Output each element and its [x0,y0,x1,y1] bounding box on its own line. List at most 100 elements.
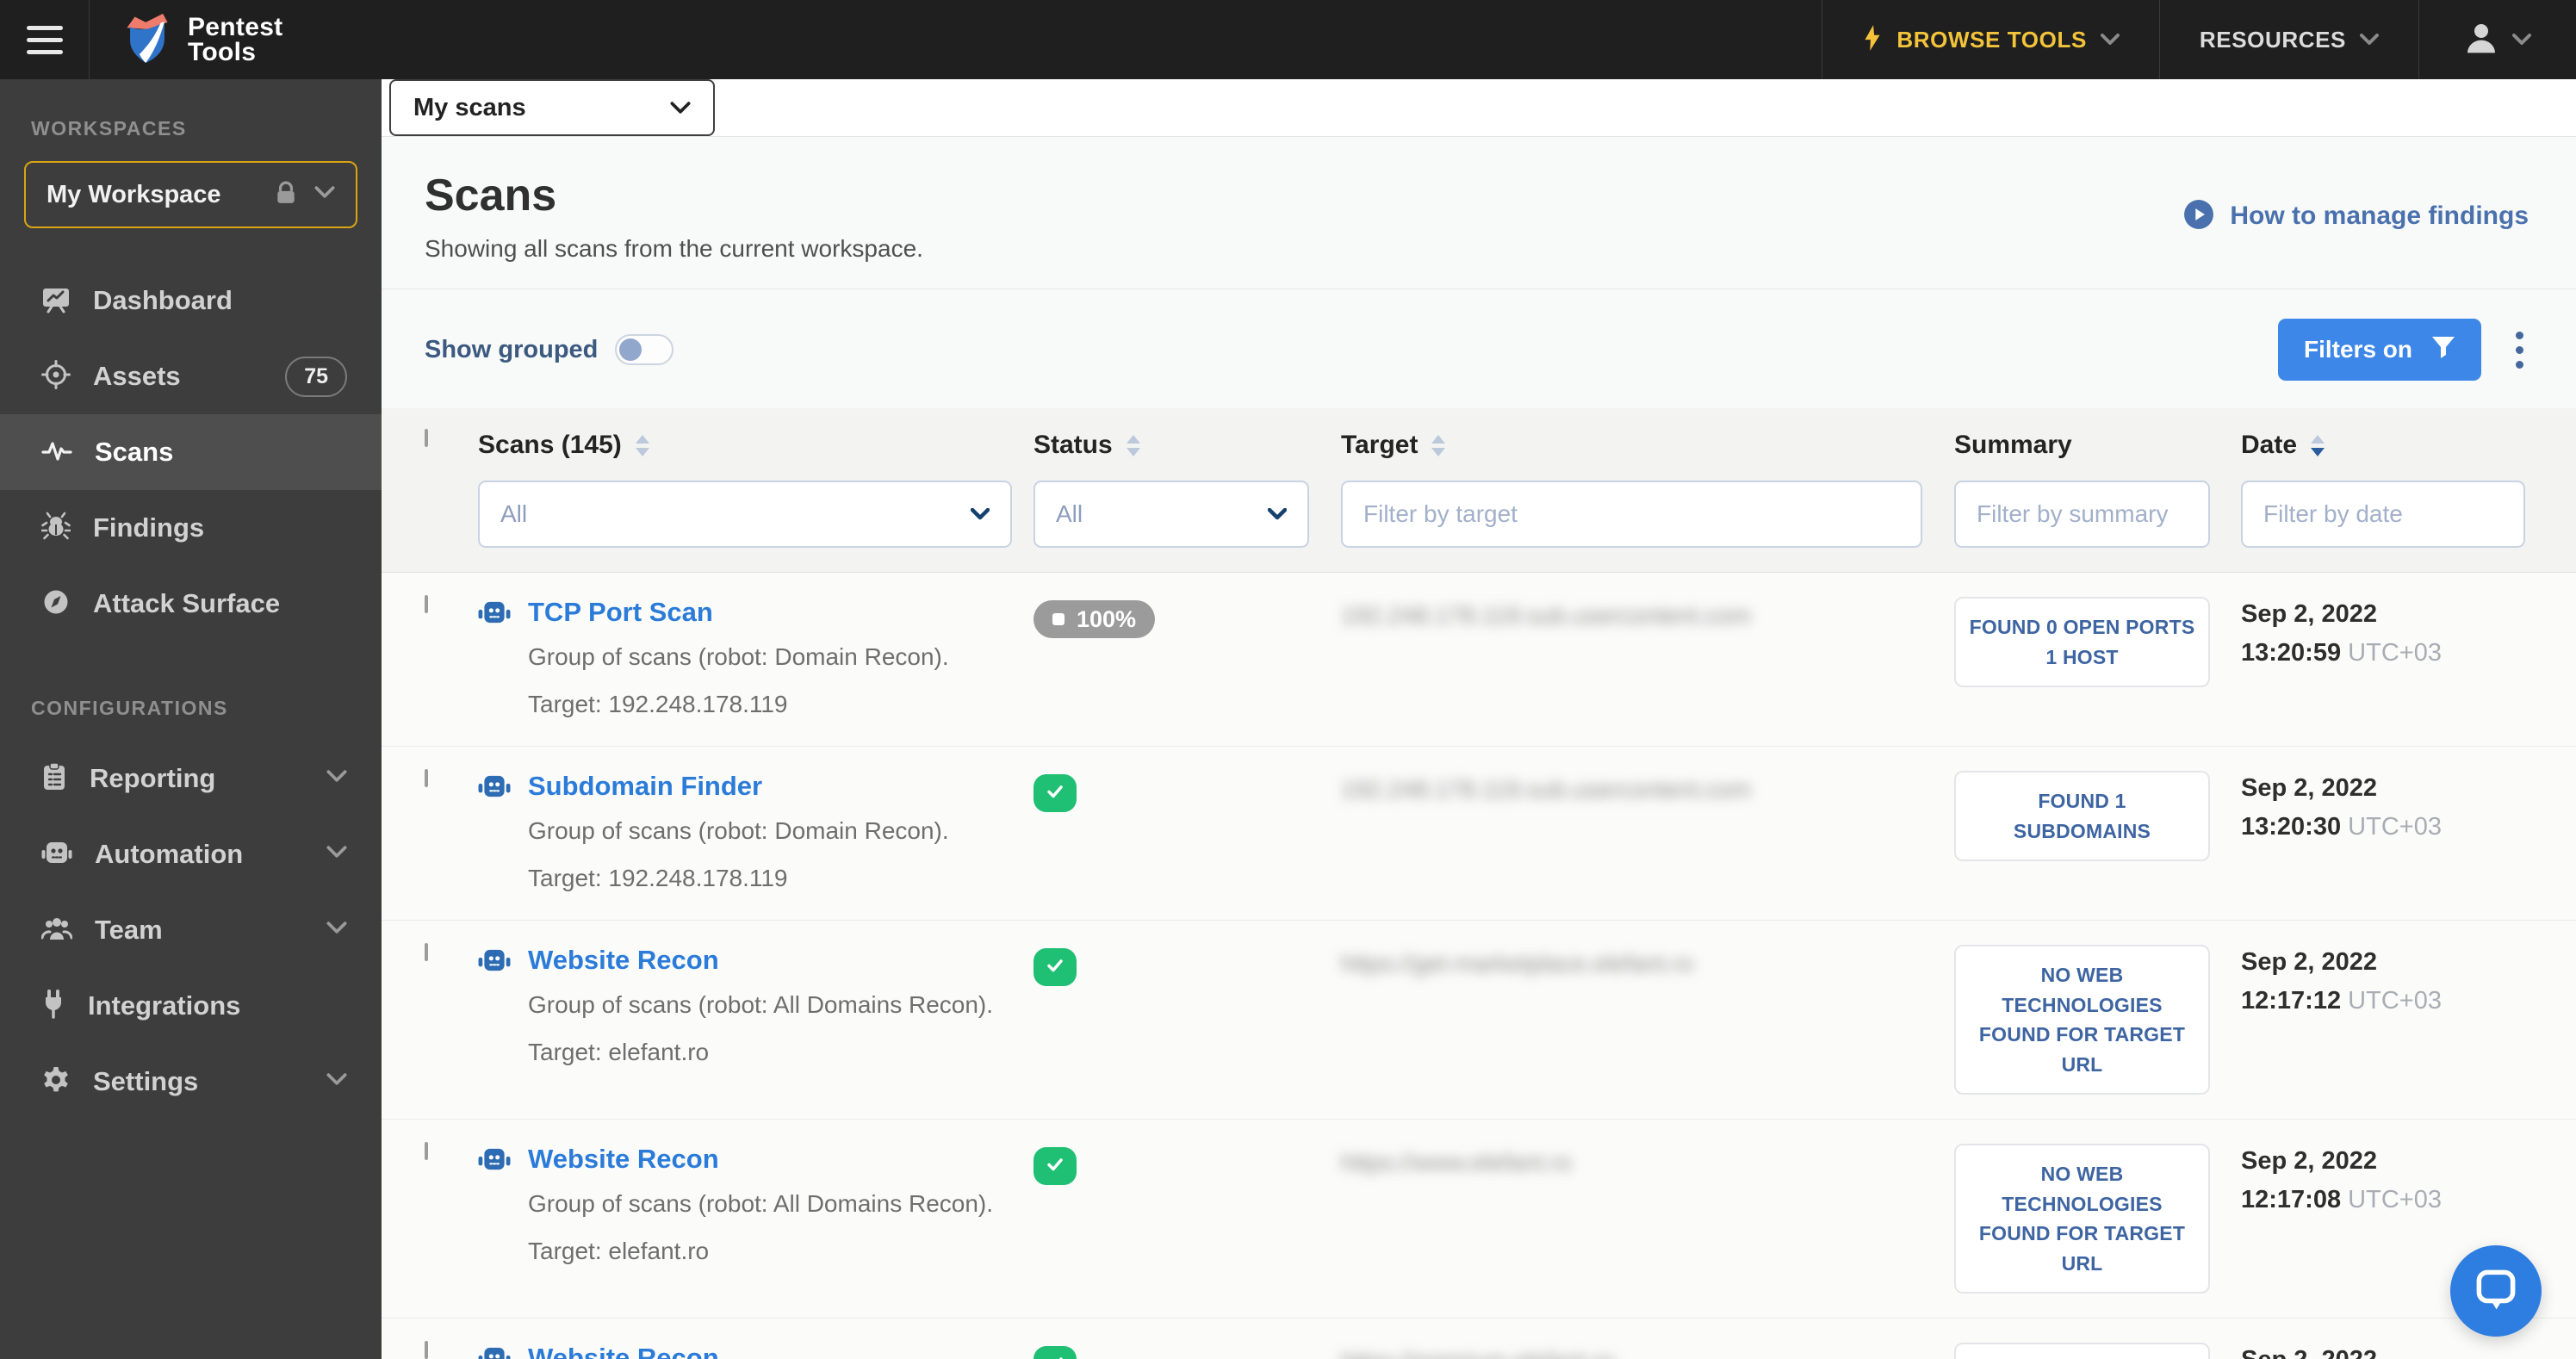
scan-name-link[interactable]: Website Recon [528,945,993,976]
scan-description: Group of scans (robot: Domain Recon). [528,643,949,670]
chevron-down-icon [326,846,347,863]
scans-scope-select[interactable]: My scans [389,79,715,136]
scan-target-line: Target: 192.248.178.119 [528,864,788,891]
hamburger-menu-icon[interactable] [0,0,90,79]
sidebar-item-reporting[interactable]: Reporting [0,741,382,816]
chat-bubble-icon [2473,1266,2519,1317]
table-row: TCP Port Scan Group of scans (robot: Dom… [382,573,2576,748]
sidebar-item-settings[interactable]: Settings [0,1044,382,1120]
scans-filter-select[interactable]: All [478,481,1012,548]
check-icon [1045,955,1065,980]
show-grouped-toggle[interactable] [615,334,674,365]
sort-icon[interactable] [1431,434,1446,456]
top-navigation-bar: Pentest Tools BROWSE TOOLS RESOURCES [0,0,2576,79]
chevron-down-icon [314,186,335,203]
status-finished-badge [1034,1147,1077,1186]
target-crosshair-icon [41,359,71,394]
scan-summary-badge: FOUND 0 OPEN PORTS 1 HOST [1954,597,2210,687]
sidebar: WORKSPACES My Workspace Dashboard Assets… [0,79,382,1359]
chevron-down-icon [326,770,347,787]
column-header-scans[interactable]: Scans (145) [478,431,1034,460]
robot-scan-icon [478,1344,511,1359]
target-filter-input[interactable] [1341,481,1922,548]
compass-icon [41,587,71,621]
scan-summary-badge: FOUND 1 SUBDOMAINS [1954,771,2210,862]
summary-filter-input[interactable] [1954,481,2210,548]
more-options-kebab-icon[interactable] [2511,326,2529,374]
scan-summary-badge: NO WEB TECHNOLOGIES FOUND FOR TARGET URL [1954,945,2210,1095]
row-checkbox[interactable] [425,943,428,962]
scan-description: Group of scans (robot: Domain Recon). [528,817,949,845]
sort-icon[interactable] [2311,434,2325,456]
status-progress-badge: 100% [1034,600,1156,638]
sort-icon[interactable] [1126,434,1140,456]
table-row: Website Recon Group of scans (robot: All… [382,1319,2576,1359]
scan-target-redacted: https://get-marketplace.elefant.ro [1341,950,1694,977]
scan-date: Sep 2, 2022 13:20:30 UTC+03 [2241,774,2442,841]
table-row: Website Recon Group of scans (robot: All… [382,1120,2576,1319]
chat-widget-button[interactable] [2450,1245,2542,1337]
column-header-target[interactable]: Target [1341,431,1940,460]
table-row: Website Recon Group of scans (robot: All… [382,921,2576,1120]
stop-icon [1052,613,1065,625]
main-content: My scans Scans Showing all scans from th… [382,79,2576,1359]
status-filter-select[interactable]: All [1034,481,1309,548]
row-checkbox[interactable] [425,595,428,613]
row-checkbox[interactable] [425,1341,428,1359]
dashboard-icon [41,284,71,318]
lock-icon [275,181,297,209]
scan-date: Sep 2, 2022 13:20:59 UTC+03 [2241,600,2442,667]
column-header-date[interactable]: Date [2241,431,2529,460]
sidebar-nav: Dashboard Assets 75 Scans Findings Attac… [0,263,382,642]
chevron-down-icon [2512,34,2531,46]
pulse-scan-icon [41,437,72,468]
robot-icon [41,840,72,870]
brand-text: Pentest Tools [188,12,283,66]
show-grouped-label: Show grouped [425,335,599,363]
clipboard-icon [41,761,67,796]
column-header-status[interactable]: Status [1034,431,1341,460]
workspace-selector[interactable]: My Workspace [24,161,357,228]
sidebar-item-dashboard[interactable]: Dashboard [0,263,382,338]
browse-tools-menu[interactable]: BROWSE TOOLS [1822,0,2159,79]
sidebar-item-assets[interactable]: Assets 75 [0,338,382,414]
sidebar-item-attack-surface[interactable]: Attack Surface [0,566,382,642]
scan-name-link[interactable]: Subdomain Finder [528,771,949,802]
row-checkbox[interactable] [425,1142,428,1161]
how-to-manage-findings-link[interactable]: How to manage findings [2183,199,2529,234]
scan-target-line: Target: elefant.ro [528,1038,710,1065]
scan-name-link[interactable]: TCP Port Scan [528,597,949,628]
scan-target-redacted: https://premium.elefant.ro [1341,1343,1940,1359]
sidebar-item-automation[interactable]: Automation [0,816,382,892]
row-checkbox[interactable] [425,769,428,788]
sidebar-item-integrations[interactable]: Integrations [0,968,382,1044]
shield-logo-icon [122,11,172,69]
status-finished-badge [1034,1346,1077,1359]
sidebar-item-scans[interactable]: Scans [0,414,382,490]
select-all-checkbox[interactable] [425,429,428,447]
user-avatar-icon [2464,21,2498,59]
sort-icon[interactable] [635,434,649,456]
table-row: Subdomain Finder Group of scans (robot: … [382,747,2576,922]
bug-icon [40,512,71,545]
table-header: Scans (145) Status Target Summary Date A… [382,408,2576,573]
resources-menu[interactable]: RESOURCES [2158,0,2418,79]
robot-scan-icon [478,946,511,1070]
scan-name-link[interactable]: Website Recon [528,1343,993,1359]
user-account-menu[interactable] [2418,0,2576,79]
sidebar-item-findings[interactable]: Findings [0,490,382,566]
chevron-down-icon [326,1073,347,1090]
sidebar-item-team[interactable]: Team [0,892,382,968]
filters-on-button[interactable]: Filters on [2277,319,2481,381]
chevron-down-icon [2100,34,2120,46]
resources-label: RESOURCES [2199,26,2346,53]
scan-name-link[interactable]: Website Recon [528,1144,993,1175]
date-filter-input[interactable] [2241,481,2525,548]
scan-target-redacted: 192.248.178.119.sub.usercontent.com [1341,776,1751,804]
chevron-down-icon [971,508,990,520]
scan-target-line: Target: 192.248.178.119 [528,690,788,717]
pentest-tools-logo[interactable]: Pentest Tools [90,0,282,79]
scan-date: Sep 2, 2022 12:17:12 UTC+03 [2241,948,2442,1015]
scan-description: Group of scans (robot: All Domains Recon… [528,991,994,1019]
plug-icon [41,989,65,1023]
